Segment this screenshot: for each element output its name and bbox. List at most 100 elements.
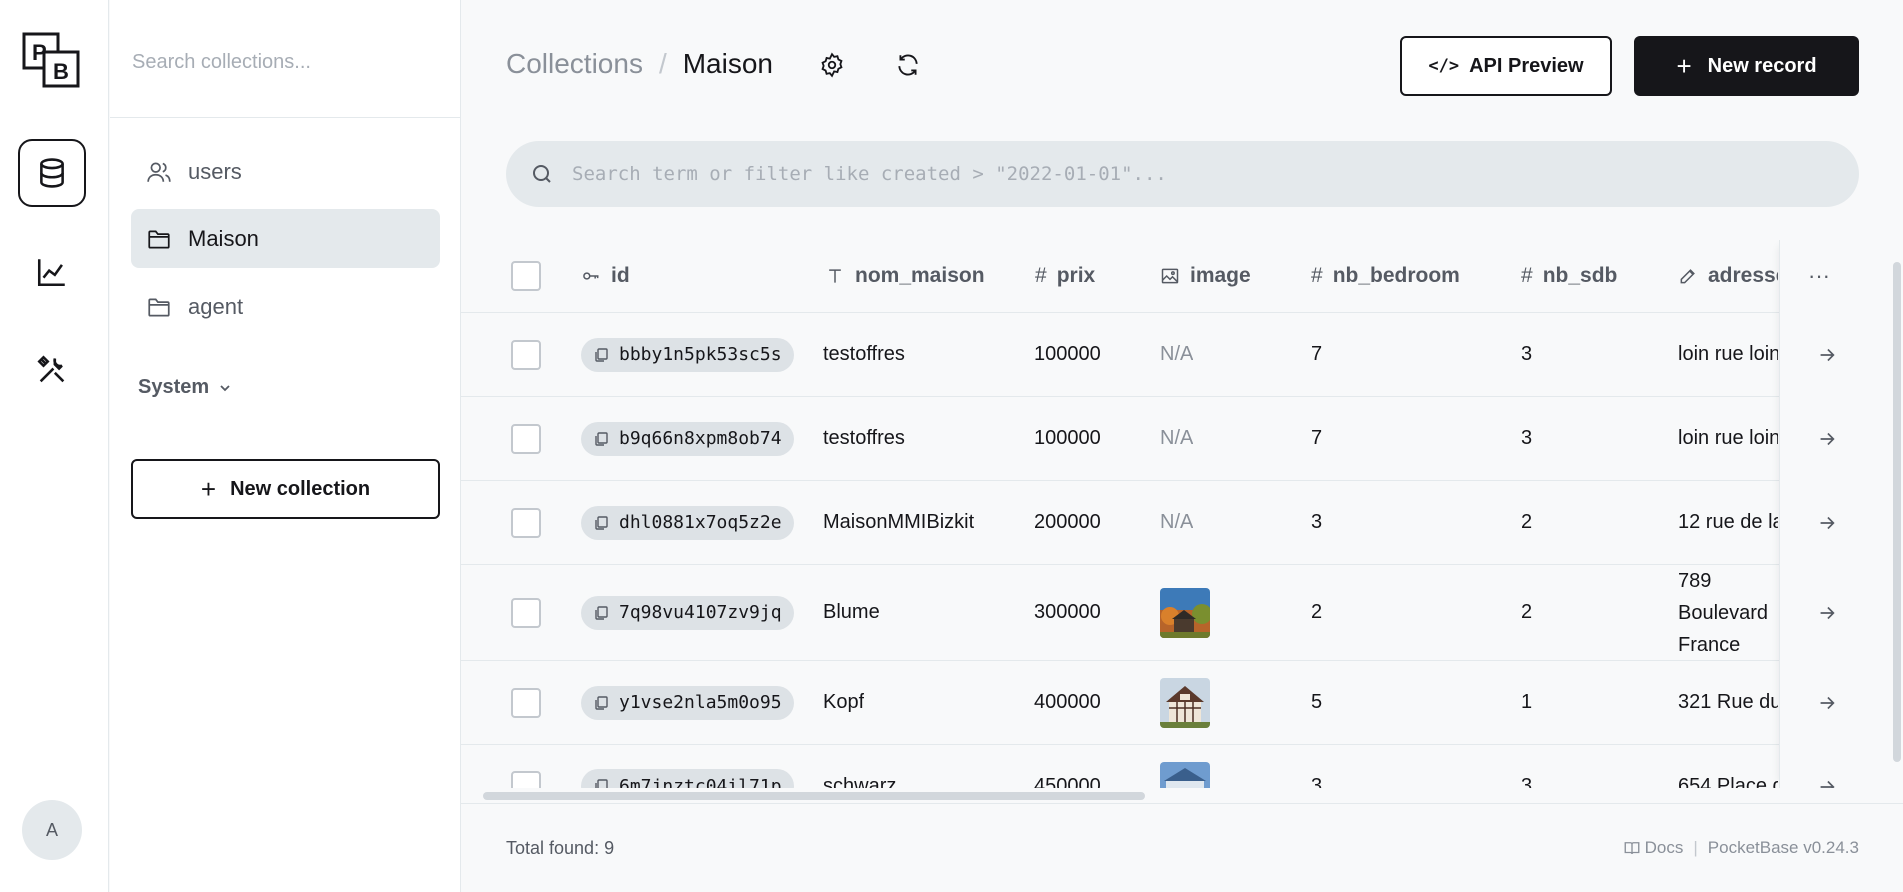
cell-prix: 450000 xyxy=(1034,775,1101,788)
record-id-pill[interactable]: b9q66n8xpm8ob74 xyxy=(581,421,794,456)
record-id-pill[interactable]: 7q98vu4107zv9jq xyxy=(581,595,794,630)
record-id-pill[interactable]: y1vse2nla5m0o95 xyxy=(581,685,794,720)
database-icon xyxy=(40,158,64,188)
column-options-button[interactable]: ··· xyxy=(1808,263,1830,289)
new-record-button[interactable]: + New record xyxy=(1634,36,1859,96)
cell-adresse: 789 Boulevard France xyxy=(1678,569,1769,656)
open-record-button[interactable] xyxy=(1816,776,1838,788)
hash-icon: # xyxy=(1521,264,1533,287)
house-thumbnail-image[interactable] xyxy=(1160,587,1210,638)
arrow-right-icon xyxy=(1820,348,1835,362)
user-avatar[interactable]: A xyxy=(22,800,82,860)
cell-nb_sdb: 3 xyxy=(1521,343,1533,365)
total-found-label: Total found: xyxy=(506,838,600,858)
sidebar-item-agent[interactable]: agent xyxy=(131,277,440,336)
settings-nav-button[interactable] xyxy=(18,336,86,404)
main-content: Collections / Maison </> API Preview + N… xyxy=(461,0,1903,892)
column-header-label: image xyxy=(1190,264,1251,287)
open-record-button[interactable] xyxy=(1816,692,1838,714)
sidebar-item-users[interactable]: users xyxy=(131,142,440,201)
row-checkbox[interactable] xyxy=(511,423,541,454)
column-header-image[interactable]: image xyxy=(1160,240,1251,312)
open-record-button[interactable] xyxy=(1816,428,1838,450)
row-checkbox[interactable] xyxy=(511,339,541,370)
line-chart-icon xyxy=(37,259,65,287)
row-checkbox[interactable] xyxy=(511,771,541,788)
logs-nav-button[interactable] xyxy=(18,238,86,306)
system-label: System xyxy=(138,376,210,398)
refresh-button[interactable] xyxy=(891,48,925,82)
column-header-adresse[interactable]: adresse xyxy=(1678,240,1778,312)
cell-nb_bedroom: 5 xyxy=(1311,691,1323,713)
column-header-id[interactable]: id xyxy=(581,240,630,312)
sidebar-item-maison[interactable]: Maison xyxy=(131,209,440,268)
key-icon xyxy=(581,266,601,286)
cell-nom_maison: testoffres xyxy=(823,343,905,365)
record-id-pill[interactable]: 6m7jnztc04il71p xyxy=(581,769,794,788)
table-row[interactable]: 7q98vu4107zv9jq Blume 300000 2 2 789 Bou… xyxy=(461,565,1891,661)
house-thumbnail-image[interactable] xyxy=(1160,762,1210,788)
collections-nav-button[interactable] xyxy=(18,139,86,207)
column-header-prix[interactable]: # prix xyxy=(1035,240,1095,312)
breadcrumb-collections[interactable]: Collections xyxy=(506,48,643,80)
arrow-right-icon xyxy=(1820,606,1835,620)
open-record-button[interactable] xyxy=(1816,344,1838,366)
row-actions-column: ··· xyxy=(1779,240,1891,788)
select-all-checkbox[interactable] xyxy=(511,261,541,291)
row-checkbox[interactable] xyxy=(511,597,541,628)
record-id: bbby1n5pk53sc5s xyxy=(619,344,782,365)
record-id: y1vse2nla5m0o95 xyxy=(619,692,782,713)
records-filter-bar xyxy=(506,141,1859,207)
new-collection-button[interactable]: + New collection xyxy=(131,459,440,519)
new-record-label: New record xyxy=(1707,54,1817,77)
plus-icon: + xyxy=(200,474,217,504)
folder-icon xyxy=(146,226,172,252)
cell-nb_bedroom: 3 xyxy=(1311,511,1323,533)
api-preview-button[interactable]: </> API Preview xyxy=(1400,36,1612,96)
row-checkbox[interactable] xyxy=(511,687,541,718)
open-record-button[interactable] xyxy=(1816,512,1838,534)
record-id-pill[interactable]: bbby1n5pk53sc5s xyxy=(581,337,794,372)
cell-nb_bedroom: 2 xyxy=(1311,601,1323,623)
house-thumbnail-image[interactable] xyxy=(1160,677,1210,728)
image-icon xyxy=(1160,266,1180,286)
cell-nb_sdb: 1 xyxy=(1521,691,1533,713)
cell-adresse: loin rue loin xyxy=(1678,427,1778,449)
table-row[interactable]: y1vse2nla5m0o95 Kopf 400000 5 1 321 Rue … xyxy=(461,661,1891,745)
collections-search-input[interactable] xyxy=(132,40,432,84)
cell-prix: 100000 xyxy=(1034,343,1101,365)
cell-adresse: 321 Rue du xyxy=(1678,691,1778,713)
records-filter-input[interactable] xyxy=(572,163,1832,185)
breadcrumb: Collections / Maison xyxy=(506,48,773,80)
cell-adresse: 12 rue de la xyxy=(1678,511,1778,533)
table-row[interactable]: 6m7jnztc04il71p schwarz 450000 3 3 654 P… xyxy=(461,745,1891,788)
collection-settings-button[interactable] xyxy=(815,48,849,82)
total-found: Total found: 9 xyxy=(506,838,614,859)
text-icon xyxy=(825,266,845,286)
record-id-pill[interactable]: dhl0881x7oq5z2e xyxy=(581,505,794,540)
open-record-button[interactable] xyxy=(1816,602,1838,624)
column-header-nb_sdb[interactable]: # nb_sdb xyxy=(1521,240,1617,312)
table-row[interactable]: bbby1n5pk53sc5s testoffres 100000 N/A 7 … xyxy=(461,313,1891,397)
docs-link[interactable]: Docs xyxy=(1623,838,1683,858)
api-preview-label: API Preview xyxy=(1469,54,1584,77)
column-header-label: prix xyxy=(1056,264,1096,287)
table-row[interactable]: dhl0881x7oq5z2e MaisonMMIBizkit 200000 N… xyxy=(461,481,1891,565)
cell-nb_sdb: 3 xyxy=(1521,775,1533,788)
column-header-label: nb_bedroom xyxy=(1332,264,1460,287)
cell-prix: 100000 xyxy=(1034,427,1101,449)
system-collections-toggle[interactable]: System xyxy=(138,376,233,399)
table-row[interactable]: b9q66n8xpm8ob74 testoffres 100000 N/A 7 … xyxy=(461,397,1891,481)
table-header-row: id nom_maison # prix image # nb_bedroom … xyxy=(461,240,1891,313)
column-header-nom_maison[interactable]: nom_maison xyxy=(825,240,985,312)
horizontal-scrollbar[interactable] xyxy=(469,790,1894,802)
pocketbase-logo[interactable]: P B xyxy=(22,32,82,88)
cell-nb_bedroom: 7 xyxy=(1311,427,1323,449)
vertical-scrollbar[interactable] xyxy=(1891,248,1903,788)
column-header-label: nb_sdb xyxy=(1542,264,1618,287)
column-header-nb_bedroom[interactable]: # nb_bedroom xyxy=(1311,240,1460,312)
cell-prix: 400000 xyxy=(1034,691,1101,713)
cell-prix: 200000 xyxy=(1034,511,1101,533)
version-link[interactable]: PocketBase v0.24.3 xyxy=(1708,838,1859,858)
row-checkbox[interactable] xyxy=(511,507,541,538)
